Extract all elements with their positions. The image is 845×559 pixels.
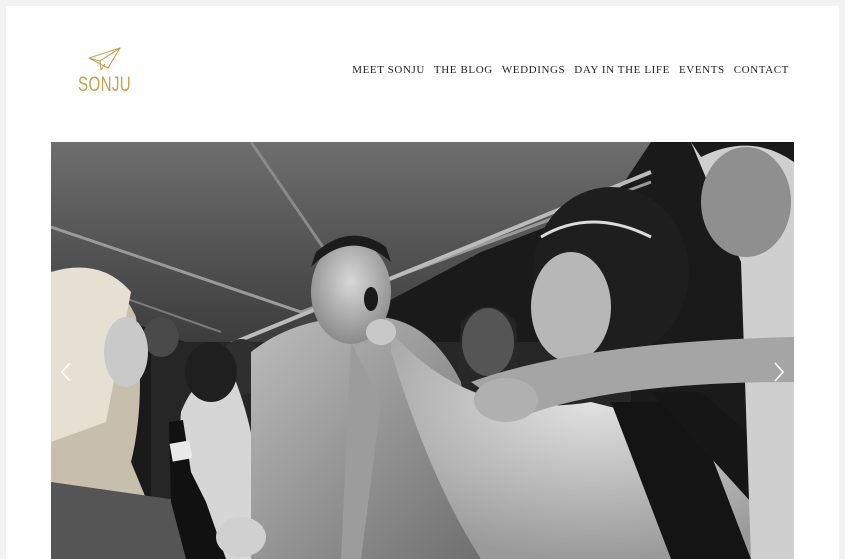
nav-item-day-in-the-life[interactable]: DAY IN THE LIFE (574, 64, 670, 76)
paper-plane-icon (88, 47, 121, 71)
main-nav: MEET SONJU THE BLOG WEDDINGS DAY IN THE … (352, 64, 789, 76)
chevron-left-icon (60, 362, 71, 382)
nav-item-events[interactable]: EVENTS (679, 64, 725, 76)
nav-item-the-blog[interactable]: THE BLOG (434, 64, 493, 76)
site-logo[interactable]: SONJU (78, 46, 132, 104)
slideshow-prev-button[interactable] (56, 360, 76, 384)
nav-item-contact[interactable]: CONTACT (734, 64, 789, 76)
nav-item-meet-sonju[interactable]: MEET SONJU (352, 64, 425, 76)
chevron-right-icon (774, 362, 785, 382)
slideshow-next-button[interactable] (769, 360, 789, 384)
nav-item-weddings[interactable]: WEDDINGS (502, 64, 565, 76)
page: SONJU MEET SONJU THE BLOG WEDDINGS DAY I… (6, 6, 839, 559)
hero-slideshow[interactable] (51, 142, 794, 559)
slideshow-photo (51, 142, 794, 559)
logo-wordmark: SONJU (78, 73, 132, 96)
